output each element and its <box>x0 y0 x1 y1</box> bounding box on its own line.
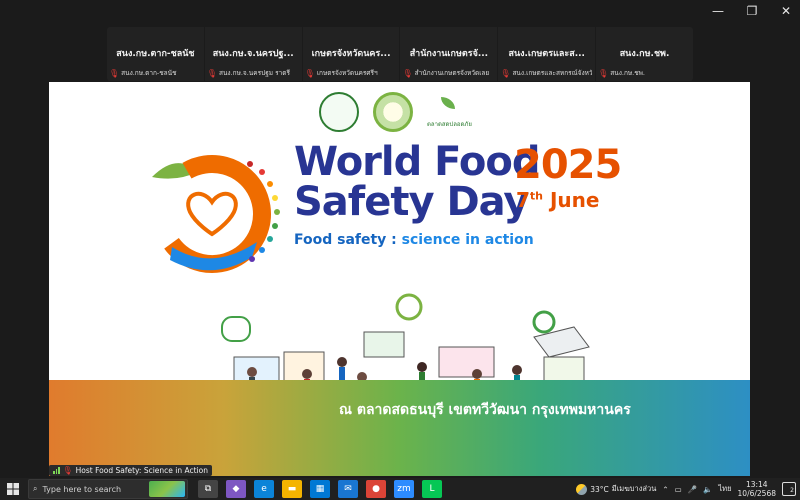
participant-tile[interactable]: สนง.กษ.ตาก-ชลนัช 🎙 สนง.กษ.ตาก-ชลนัช <box>107 27 205 81</box>
volume-icon[interactable]: 🔈 <box>703 485 712 494</box>
poster-title-line1: World Food <box>294 139 540 185</box>
task-view-icon[interactable]: ⧉ <box>198 480 218 498</box>
participant-tile[interactable]: สำนักงานเกษตรจั... 🎙 สำนักงานเกษตรจังหวัด… <box>400 27 499 81</box>
store-icon[interactable]: ▦ <box>310 480 330 498</box>
poster-title-line2: Safety Day <box>294 179 530 225</box>
participant-label: สำนักงานเกษตรจังหวัดเลย <box>414 69 490 77</box>
close-button[interactable]: ✕ <box>780 4 792 18</box>
participant-name: สนง.กษ.ตาก-ชลนัช <box>116 49 195 59</box>
participant-tile[interactable]: สนง.กษ.ชพ. 🎙 สนง.กษ.ชพ. <box>596 27 693 81</box>
department-seal-icon <box>373 92 413 132</box>
ministry-logo-icon <box>319 92 359 132</box>
mic-muted-icon: 🎙 <box>62 466 73 475</box>
participant-name: สนง.กษ.ชพ. <box>619 49 670 59</box>
search-icon: ⌕ <box>33 484 38 493</box>
file-explorer-icon[interactable]: ▬ <box>282 480 302 498</box>
poster-color-band <box>49 380 750 476</box>
chrome-icon[interactable]: ● <box>366 480 386 498</box>
poster-location: ณ ตลาดสดธนบุรี เขตทวีวัฒนา กรุงเทพมหานคร <box>339 402 631 418</box>
search-highlight-icon <box>149 481 185 497</box>
chevron-up-icon[interactable]: ⌃ <box>662 485 668 494</box>
poster-tagline: Food safety : science in action <box>294 232 534 248</box>
screen-share-caption: 🎙 Host Food Safety: Science in Action <box>49 465 213 476</box>
mail-icon[interactable]: ✉ <box>338 480 358 498</box>
clock-time: 13:14 <box>745 480 768 489</box>
participant-label: เกษตรจังหวัดนครศรีฯ <box>316 69 378 77</box>
notification-icon[interactable]: 2 <box>782 482 796 496</box>
participant-name: สนง.กษ.จ.นครปฐ... <box>212 49 294 59</box>
participant-gallery: สนง.กษ.ตาก-ชลนัช 🎙 สนง.กษ.ตาก-ชลนัช สนง.ก… <box>107 27 693 81</box>
participant-name: เกษตรจังหวัดนคร... <box>311 49 391 59</box>
mic-muted-icon: 🎙 <box>304 68 315 78</box>
notification-count: 2 <box>790 487 794 494</box>
line-icon[interactable]: L <box>422 480 442 498</box>
participant-label: สนง.กษ.ตาก-ชลนัช <box>121 69 177 77</box>
clock-date: 10/6/2568 <box>737 489 776 498</box>
participant-tile[interactable]: สนง.กษ.จ.นครปฐ... 🎙 สนง.กษ.จ.นครปฐม ราตรี <box>205 27 303 81</box>
system-tray: 33°C มีเมฆบางส่วน ⌃ ▭ 🎤 🔈 ไทย 13:14 10/6… <box>576 478 800 500</box>
start-button[interactable] <box>0 478 26 500</box>
weather-desc: มีเมฆบางส่วน <box>611 484 657 493</box>
poster-year: 2025 <box>514 142 622 188</box>
mic-muted-icon: 🎙 <box>206 68 217 78</box>
shared-screen: ตลาดสดปลอดภัย World Food Safety Day 2025… <box>49 82 750 476</box>
partly-cloudy-icon <box>576 483 588 495</box>
participant-tile[interactable]: สนง.เกษตรและส... 🎙 สนง.เกษตรและสหกรณ์จังห… <box>498 27 597 81</box>
copilot-icon[interactable]: ◆ <box>226 480 246 498</box>
windows-icon <box>7 483 19 495</box>
pinned-apps: ⧉ ◆ e ▬ ▦ ✉ ● zm L <box>198 480 442 498</box>
taskbar: ⌕ Type here to search ⧉ ◆ e ▬ ▦ ✉ ● zm L… <box>0 478 800 500</box>
sponsor-logos: ตลาดสดปลอดภัย <box>319 92 472 132</box>
search-placeholder: Type here to search <box>42 484 122 494</box>
weather-widget[interactable]: 33°C มีเมฆบางส่วน <box>576 483 656 495</box>
minimize-button[interactable]: — <box>712 4 724 18</box>
network-icon[interactable]: ▭ <box>675 485 682 494</box>
clock[interactable]: 13:14 10/6/2568 <box>738 480 776 498</box>
language-indicator[interactable]: ไทย <box>718 483 731 495</box>
poster-title-block: World Food Safety Day 2025 7th June Food… <box>294 139 622 248</box>
edge-icon[interactable]: e <box>254 480 274 498</box>
mic-muted-icon: 🎙 <box>109 68 120 78</box>
zoom-icon[interactable]: zm <box>394 480 414 498</box>
microphone-icon[interactable]: 🎤 <box>688 485 697 494</box>
window-controls: — ❐ ✕ <box>712 4 792 18</box>
mic-muted-icon: 🎙 <box>500 68 511 78</box>
signal-strength-icon <box>53 467 60 474</box>
participant-label: สนง.กษ.จ.นครปฐม ราตรี <box>218 69 290 77</box>
participant-name: สนง.เกษตรและส... <box>508 49 585 59</box>
taskbar-search-input[interactable]: ⌕ Type here to search <box>28 479 188 499</box>
participant-name: สำนักงานเกษตรจั... <box>409 49 489 59</box>
weather-temp: 33°C <box>590 484 609 494</box>
heart-hand-emblem-icon <box>152 155 280 273</box>
caption-text: Host Food Safety: Science in Action <box>75 466 209 475</box>
restore-button[interactable]: ❐ <box>746 4 758 18</box>
participant-label: สนง.เกษตรและสหกรณ์จังหวั... <box>512 69 593 77</box>
mic-muted-icon: 🎙 <box>598 68 609 78</box>
mic-muted-icon: 🎙 <box>402 68 413 78</box>
participant-label: สนง.กษ.ชพ. <box>610 69 645 77</box>
participant-tile[interactable]: เกษตรจังหวัดนคร... 🎙 เกษตรจังหวัดนครศรีฯ <box>303 27 401 81</box>
poster-date: 7th June <box>516 188 600 212</box>
fresh-market-logo-icon: ตลาดสดปลอดภัย <box>427 95 472 129</box>
